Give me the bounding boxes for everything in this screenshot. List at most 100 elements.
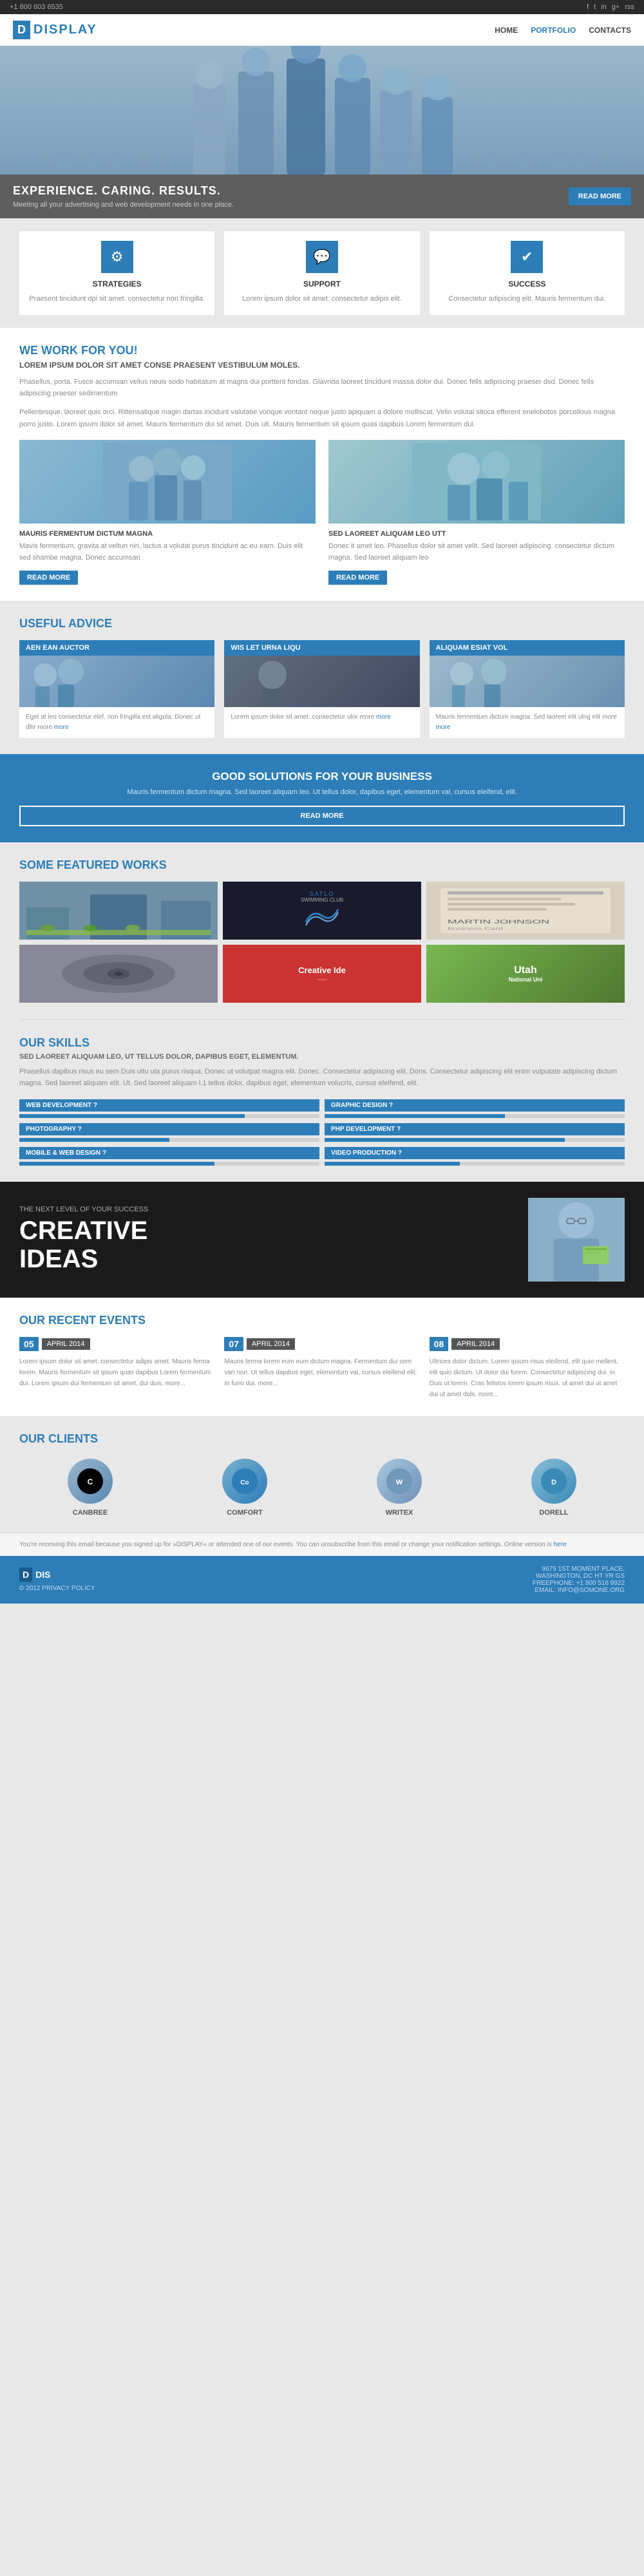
client-writex-name: WRITEX — [328, 1509, 470, 1517]
footer-address: 9675 1ST MOMENT PLACE, WASHINGTON, DC HT… — [533, 1566, 625, 1594]
creative-text: THE NEXT LEVEL OF YOUR SUCCESS CREATIVE … — [19, 1206, 515, 1273]
work-thumb-2[interactable]: SATLO SWIMMING CLUB — [223, 882, 421, 940]
work-thumb-1[interactable] — [19, 882, 218, 940]
svg-text:W: W — [396, 1479, 403, 1486]
events-grid: 05 APRIL 2014 Lorem ipsum dolor sit amet… — [19, 1337, 625, 1400]
advice-card-2: WIS LET URNA LIQU Lorem ipsum dolor sit … — [224, 640, 419, 738]
skill-mobile-bar — [19, 1162, 214, 1166]
footer-logo: D DIS — [19, 1567, 95, 1582]
client-comfort: Co COMFORT — [174, 1459, 316, 1517]
feature-boxes: ⚙ STRATEGIES Praesent tincidunt dpi sit … — [0, 218, 644, 328]
client-dorell-logo: D — [531, 1459, 576, 1504]
client-canbree: C CANBREE — [19, 1459, 161, 1517]
svg-text:Co: Co — [240, 1479, 249, 1486]
work-thumb-1-img — [19, 882, 218, 940]
nav-portfolio[interactable]: PORTFOLIO — [531, 26, 576, 35]
work-col-right-text: Donec it amet leo. Phasellus dolor sit a… — [328, 541, 625, 564]
logo[interactable]: D DISPLAY — [13, 21, 97, 39]
we-work-title: WE WORK FOR YOU! — [19, 344, 625, 357]
advice-card-3-more[interactable]: more — [436, 724, 451, 731]
client-dorell-svg: D — [538, 1465, 570, 1497]
event-3-month: APRIL 2014 — [451, 1338, 500, 1350]
linkedin-icon[interactable]: in — [601, 3, 607, 11]
good-solutions-button[interactable]: READ MORE — [19, 806, 625, 826]
support-desc: Lorem ipsum dolor sit amet. consectetur … — [234, 294, 410, 305]
success-icon: ✔ — [511, 241, 543, 273]
good-solutions-section: GOOD SOLUTIONS FOR YOUR BUSINESS Mauris … — [0, 754, 644, 842]
strategies-desc: Praesent tincidunt dpi sit amet. consect… — [29, 294, 205, 305]
advice-card-1: AEN EAN AUCTOR Eget at leo consectetur e… — [19, 640, 214, 738]
work-col-right: SED LAOREET ALIQUAM LEO UTT Donec it ame… — [328, 440, 625, 584]
works-grid: SATLO SWIMMING CLUB MARTIN JOHNSON Busin… — [19, 882, 625, 1003]
feature-success: ✔ SUCCESS Consectetur adipiscing elit. M… — [430, 231, 625, 315]
navigation: HOME PORTFOLIO CONTACTS — [495, 26, 631, 35]
clients-title: OUR CLIENTS — [19, 1432, 625, 1446]
skill-video-bar — [325, 1162, 460, 1166]
event-2-date: 07 APRIL 2014 — [224, 1337, 419, 1351]
client-canbree-svg: C — [74, 1465, 106, 1497]
googleplus-icon[interactable]: g+ — [612, 3, 620, 11]
client-writex: W WRITEX — [328, 1459, 470, 1517]
success-desc: Consectetur adipiscing elit. Mauris ferm… — [439, 294, 615, 305]
satlo-icon — [303, 903, 341, 929]
rss-icon[interactable]: rss — [625, 3, 634, 11]
feature-support: 💬 SUPPORT Lorem ipsum dolor sit amet. co… — [224, 231, 419, 315]
skill-graphic-label: GRAPHIC DESIGN ? — [325, 1099, 625, 1112]
svg-text:D: D — [551, 1479, 556, 1486]
event-1-month: APRIL 2014 — [42, 1338, 90, 1350]
nav-contacts[interactable]: CONTACTS — [589, 26, 631, 35]
event-1-date: 05 APRIL 2014 — [19, 1337, 214, 1351]
skill-mobile-label: MOBILE & WEB DESIGN ? — [19, 1147, 319, 1159]
work-thumb-4[interactable] — [19, 945, 218, 1003]
creative-banner: THE NEXT LEVEL OF YOUR SUCCESS CREATIVE … — [0, 1182, 644, 1298]
advice-card-3-body: Mauris fermentum dictum magna. Sed laore… — [430, 707, 625, 738]
strategies-title: STRATEGIES — [29, 279, 205, 289]
footer: D DIS © 2012 PRIVACY POLICY 9675 1ST MOM… — [0, 1556, 644, 1604]
event-1-day: 05 — [19, 1337, 39, 1351]
recent-events-title: OUR RECENT EVENTS — [19, 1314, 625, 1327]
top-bar: +1 800 603 6535 f t in g+ rss — [0, 0, 644, 14]
advice-card-2-more[interactable]: more — [376, 714, 391, 721]
event-1-text: Lorem ipsum dolor sit amet. consectetur … — [19, 1356, 214, 1389]
newsletter-text: You're receiving this email because you … — [19, 1541, 552, 1548]
skill-php: PHP DEVELOPMENT ? — [325, 1123, 625, 1142]
people-svg — [174, 46, 470, 175]
advice-card-1-more[interactable]: more — [54, 724, 69, 731]
work-thumb-3[interactable]: MARTIN JOHNSON Business Card — [426, 882, 625, 940]
advice-img-3 — [430, 656, 526, 707]
work-col-right-button[interactable]: READ MORE — [328, 571, 387, 585]
event-2-day: 07 — [224, 1337, 243, 1351]
event-3-date: 08 APRIL 2014 — [430, 1337, 625, 1351]
advice-card-2-image — [224, 656, 419, 707]
strategies-icon: ⚙ — [101, 241, 133, 273]
good-solutions-text: Mauris fermentum dictum magna. Sed laore… — [19, 788, 625, 796]
nav-home[interactable]: HOME — [495, 26, 518, 35]
skill-graphic-bar — [325, 1114, 505, 1118]
logo-text: DISPLAY — [33, 23, 97, 37]
skill-photo-bar — [19, 1138, 169, 1142]
event-2-month: APRIL 2014 — [247, 1338, 295, 1350]
hero-read-more-button[interactable]: READ MORE — [569, 187, 631, 205]
skill-graphic: GRAPHIC DESIGN ? — [325, 1099, 625, 1118]
client-canbree-name: CANBREE — [19, 1509, 161, 1517]
work-image-left — [19, 440, 316, 524]
featured-works-section: SOME FEATURED WORKS SATLO SWIMMING CLUB — [0, 842, 644, 1019]
work-thumb-3-img: MARTIN JOHNSON Business Card — [426, 882, 625, 940]
advice-card-3: ALIQUAM ESIAT VOL Mauris fermentum dictu… — [430, 640, 625, 738]
work-thumb-6[interactable]: Utah National Uni — [426, 945, 625, 1003]
twitter-icon[interactable]: t — [594, 3, 596, 11]
work-thumb-5[interactable]: Creative Ide ...... — [223, 945, 421, 1003]
work-col-left-button[interactable]: READ MORE — [19, 571, 78, 585]
skill-video: VIDEO PRODUCTION ? — [325, 1147, 625, 1166]
facebook-icon[interactable]: f — [587, 3, 589, 11]
event-card-1: 05 APRIL 2014 Lorem ipsum dolor sit amet… — [19, 1337, 214, 1400]
advice-grid: AEN EAN AUCTOR Eget at leo consectetur e… — [19, 640, 625, 738]
hero-subtitle: Meeting all your advertising and web dev… — [13, 201, 234, 209]
hero-section: EXPERIENCE. CARING. RESULTS. Meeting all… — [0, 46, 644, 218]
svg-text:Business Card: Business Card — [448, 927, 503, 931]
hero-title: EXPERIENCE. CARING. RESULTS. — [13, 184, 234, 198]
work-img-svg-right — [412, 443, 541, 520]
newsletter-link[interactable]: here — [554, 1541, 567, 1548]
we-work-section: WE WORK FOR YOU! LOREM IPSUM DOLOR SIT A… — [0, 328, 644, 601]
footer-logo-box: D — [19, 1567, 32, 1582]
